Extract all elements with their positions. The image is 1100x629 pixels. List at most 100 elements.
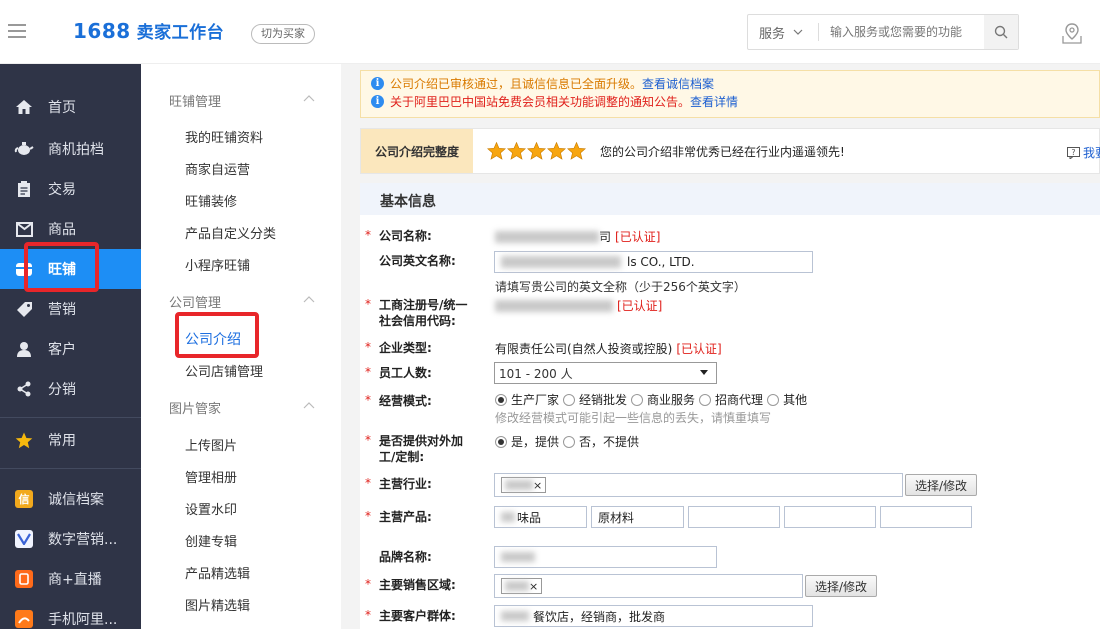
industry-tag[interactable]: × [501,477,547,493]
search-input[interactable] [819,25,984,39]
select-industry-button[interactable]: 选择/修改 [905,474,977,496]
sidebar-item-trade[interactable]: 交易 [0,169,141,209]
sidebar-item-marketing[interactable]: 营销 [0,289,141,329]
company-type-value: 有限责任公司(自然人投资或控股) [已认证] [495,340,722,357]
required-mark: * [365,340,371,354]
rating-stars [487,142,586,160]
sidebar-item-live[interactable]: 商+直播 [0,559,141,599]
notice-link-details[interactable]: 查看详情 [690,93,738,110]
star-icon [15,432,33,448]
chevron-up-icon[interactable] [303,93,315,105]
company-en-input[interactable]: ls CO., LTD. [494,251,813,273]
subnav-group-shop-management[interactable]: 旺铺管理 [169,91,221,110]
customers-input[interactable]: 餐饮店，经销商，批发商 [494,605,813,627]
company-name-value: 司 [已认证] [495,228,660,245]
main-content: i 公司介绍已审核通过，且诚信信息已全面升级。 查看诚信档案 i 关于阿里巴巴中… [341,64,1100,629]
sidebar-item-label: 常用 [48,433,76,449]
sidebar-item-label: 营销 [48,302,76,318]
field-label: 品牌名称: [379,550,432,564]
company-type-text: 有限责任公司(自然人投资或控股) [495,342,673,356]
employees-select[interactable]: 101 - 200 人 [494,362,717,384]
close-icon[interactable]: × [533,479,542,492]
radio-manufacturer[interactable]: 生产厂家 [495,391,559,408]
brand-input[interactable] [494,546,717,568]
redacted-text [501,552,535,562]
sidebar-item-favorites[interactable]: 常用 [0,420,141,460]
radio-wholesale[interactable]: 经销批发 [563,391,627,408]
chevron-up-icon[interactable] [303,294,315,306]
required-mark: * [365,297,371,311]
select-area-button[interactable]: 选择/修改 [805,575,877,597]
field-label: 企业类型: [379,341,432,355]
subnav-link-watermark[interactable]: 设置水印 [185,499,237,518]
radio-other[interactable]: 其他 [767,391,807,408]
subnav-link-custom-category[interactable]: 产品自定义分类 [185,223,276,242]
main-industry-input[interactable]: × [494,473,903,497]
required-mark: * [365,433,371,447]
field-label: 公司名称: [379,229,432,243]
product-input-2[interactable]: 原材料 [591,506,684,528]
notice-link-credit-archive[interactable]: 查看诚信档案 [642,75,714,92]
subnav-link-manage-albums[interactable]: 管理相册 [185,467,237,486]
area-tag[interactable]: × [501,578,543,594]
subnav-group-image-manager[interactable]: 图片管家 [169,398,221,417]
subnav-link-image-picks[interactable]: 图片精选辑 [185,595,250,614]
search-button[interactable] [984,15,1018,49]
sidebar-item-digital-marketing[interactable]: 数字营销... [0,519,141,559]
help-icon: ? [1067,146,1080,159]
sidebar-item-mobile-ali[interactable]: 手机阿里... [0,599,141,629]
feedback-label: 我要 [1083,146,1100,160]
star-icon [547,142,566,160]
radio-dot [495,393,507,406]
chevron-up-icon[interactable] [303,400,315,412]
highlight-box-company-intro [175,312,259,358]
menu-toggle-icon[interactable] [8,24,26,38]
radio-agency[interactable]: 招商代理 [699,391,763,408]
feedback-link[interactable]: ? 我要 [1067,144,1100,161]
sidebar-item-home[interactable]: 首页 [0,87,141,127]
field-label: 主要客户群体: [379,609,456,623]
sidebar-item-customers[interactable]: 客户 [0,329,141,369]
product-input-1[interactable]: 味品 [494,506,587,528]
subnav-link-upload-image[interactable]: 上传图片 [185,435,237,454]
sidebar-item-credit[interactable]: 信 诚信档案 [0,479,141,519]
certified-badge: [已认证] [617,299,663,313]
logo[interactable]: 1688 卖家工作台 [73,18,224,43]
subnav-link-shop-decoration[interactable]: 旺铺装修 [185,191,237,210]
radio-oem-no[interactable]: 否，不提供 [563,433,639,450]
info-icon: i [371,95,384,108]
subnav-link-mini-program[interactable]: 小程序旺铺 [185,255,250,274]
sidebar-item-distribution[interactable]: 分销 [0,369,141,409]
sales-area-input[interactable]: × [494,574,803,598]
close-icon[interactable]: × [529,580,538,593]
dropdown-arrow-icon [700,370,708,375]
radio-business-service[interactable]: 商业服务 [631,391,695,408]
star-icon [507,142,526,160]
subnav-link-company-store[interactable]: 公司店铺管理 [185,361,263,380]
subnav-group-company-management[interactable]: 公司管理 [169,292,221,311]
logo-sub: 卖家工作台 [136,23,225,43]
sidebar-item-opportunity[interactable]: 商机拍档 [0,129,141,169]
clipboard-icon [18,180,30,197]
home-icon [16,100,32,114]
notice-line: i 关于阿里巴巴中国站免费会员相关功能调整的通知公告。 查看详情 [371,93,738,110]
location-icon[interactable] [1060,22,1084,44]
product-input-4[interactable] [784,506,876,528]
box-icon [15,221,33,237]
product-input-5[interactable] [880,506,972,528]
search-category-select[interactable]: 服务 [748,23,818,42]
radio-oem-yes[interactable]: 是，提供 [495,433,559,450]
search-icon [994,25,1008,39]
sidebar-item-label: 诚信档案 [48,492,104,508]
product-input-3[interactable] [688,506,780,528]
required-mark: * [365,509,371,523]
radio-dot [699,393,712,406]
required-mark: * [365,365,371,379]
subnav-link-product-picks[interactable]: 产品精选辑 [185,563,250,582]
subnav-link-create-album[interactable]: 创建专辑 [185,531,237,550]
subnav-link-self-operation[interactable]: 商家自运营 [185,159,250,178]
subnav-link-my-shop-info[interactable]: 我的旺铺资料 [185,127,263,146]
svg-text:?: ? [1071,148,1075,157]
company-name-suffix: 司 [599,230,612,244]
switch-to-buyer-button[interactable]: 切为买家 [251,24,315,44]
